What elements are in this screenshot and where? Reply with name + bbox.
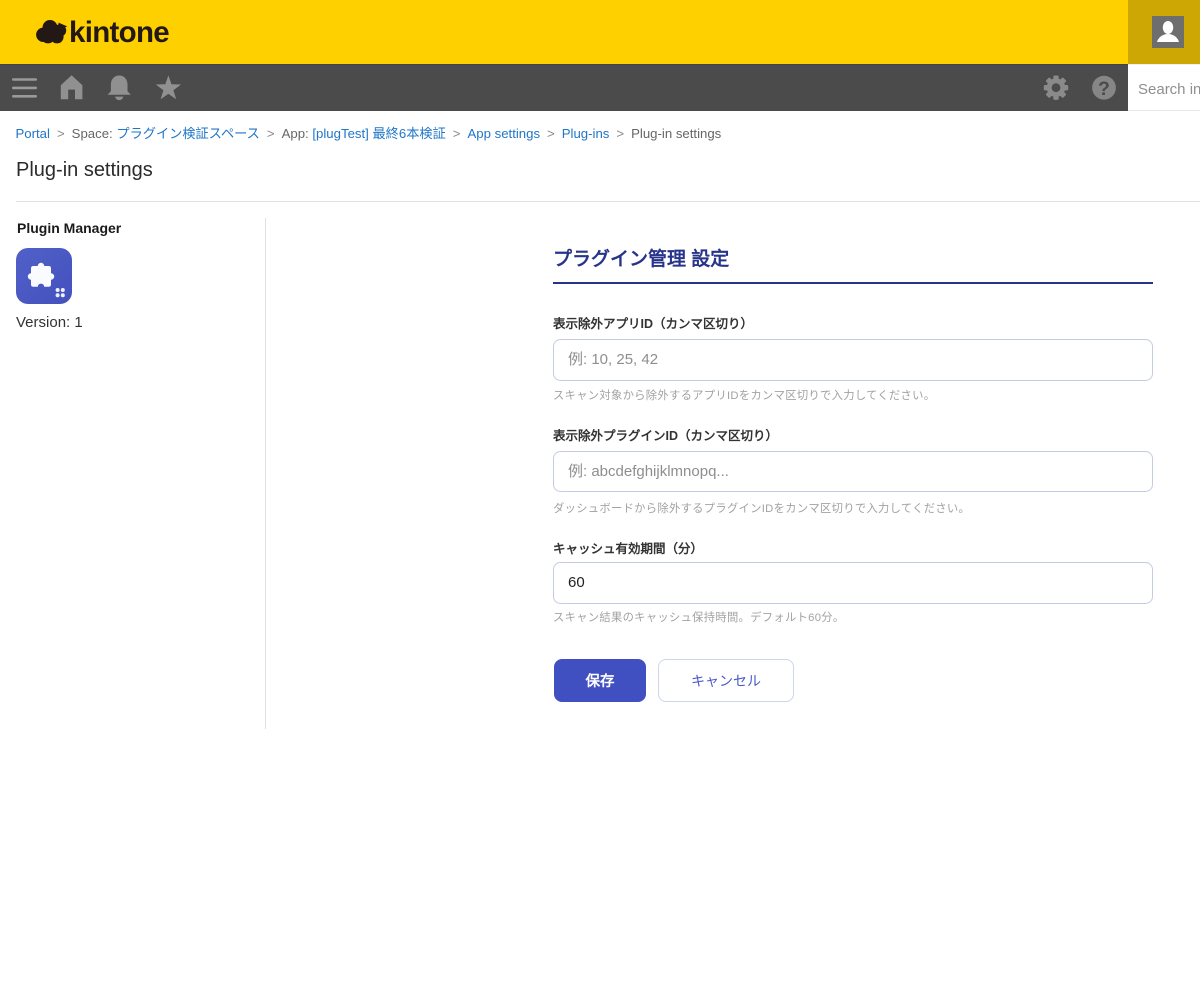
svg-text:kintone: kintone bbox=[69, 16, 169, 49]
svg-text:?: ? bbox=[1098, 78, 1110, 100]
